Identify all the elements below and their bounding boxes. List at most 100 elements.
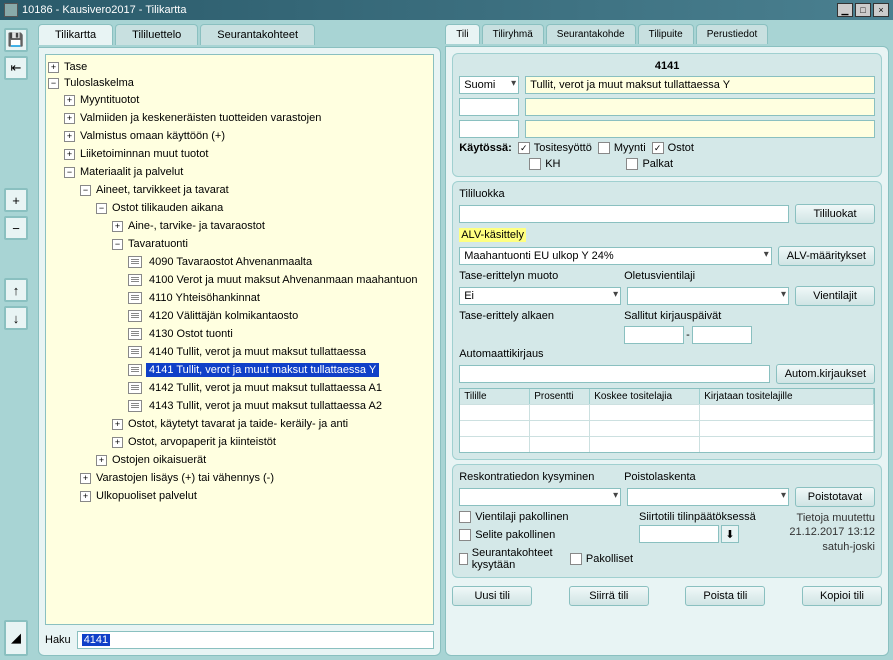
lang2-input[interactable]: [459, 98, 519, 116]
alv-select[interactable]: Maahantuonti EU ulkop Y 24%: [459, 247, 772, 265]
chk-kh[interactable]: KH: [529, 158, 560, 170]
tree-toggle[interactable]: −: [48, 78, 59, 89]
maximize-button[interactable]: □: [855, 3, 871, 17]
account-name3-input[interactable]: [525, 120, 875, 138]
tree-item[interactable]: Ostot tilikauden aikana: [109, 201, 226, 215]
account-tree[interactable]: +Tase −Tuloslaskelma +Myyntituotot +Valm…: [45, 54, 434, 625]
chk-palkat[interactable]: Palkat: [626, 158, 673, 170]
account-name-input[interactable]: Tullit, verot ja muut maksut tullattaess…: [525, 76, 875, 94]
rtab-seurantakohde[interactable]: Seurantakohde: [546, 24, 636, 44]
chk-myynti[interactable]: Myynti: [598, 142, 646, 154]
tree-toggle[interactable]: +: [112, 419, 123, 430]
tree-toggle[interactable]: +: [96, 455, 107, 466]
tase-muoto-select[interactable]: Ei: [459, 287, 621, 305]
tree-toggle[interactable]: +: [64, 113, 75, 124]
tree-item[interactable]: Valmiiden ja keskeneräisten tuotteiden v…: [77, 111, 324, 125]
chk-tositesyotto[interactable]: ✓Tositesyöttö: [518, 142, 592, 154]
siirra-tili-button[interactable]: Siirrä tili: [569, 586, 649, 606]
tree-item-selected[interactable]: 4141 Tullit, verot ja muut maksut tullat…: [146, 363, 379, 377]
chk-vientilaji-pakollinen[interactable]: Vientilaji pakollinen: [459, 511, 568, 523]
tab-seurantakohteet[interactable]: Seurantakohteet: [200, 24, 315, 45]
tree-item[interactable]: Tavaratuonti: [125, 237, 191, 251]
tree-item[interactable]: Tuloslaskelma: [61, 76, 137, 90]
tree-toggle[interactable]: +: [112, 221, 123, 232]
alv-maaritykset-button[interactable]: ALV-määritykset: [778, 246, 875, 266]
tase-alkaen-label: Tase-erittely alkaen: [459, 310, 554, 322]
tree-toggle[interactable]: −: [64, 167, 75, 178]
tree-item[interactable]: Valmistus omaan käyttöön (+): [77, 129, 228, 143]
tree-item[interactable]: 4143 Tullit, verot ja muut maksut tullat…: [146, 399, 385, 413]
tree-item[interactable]: Tase: [61, 60, 90, 74]
tree-toggle[interactable]: +: [64, 95, 75, 106]
language-select[interactable]: Suomi: [459, 76, 519, 94]
tree-item[interactable]: Myyntituotot: [77, 93, 142, 107]
tree-item[interactable]: 4090 Tavaraostot Ahvenanmaalta: [146, 255, 315, 269]
kopioi-tili-button[interactable]: Kopioi tili: [802, 586, 882, 606]
logo-icon: ◢: [4, 620, 28, 656]
tree-item[interactable]: Ostojen oikaisuerät: [109, 453, 209, 467]
tree-toggle[interactable]: +: [80, 473, 91, 484]
tab-tilikartta[interactable]: Tilikartta: [38, 24, 113, 45]
tree-item[interactable]: Varastojen lisäys (+) tai vähennys (-): [93, 471, 277, 485]
tree-item[interactable]: Materiaalit ja palvelut: [77, 165, 186, 179]
save-icon[interactable]: 💾: [4, 28, 28, 52]
tree-item[interactable]: Aineet, tarvikkeet ja tavarat: [93, 183, 232, 197]
tree-item[interactable]: Liiketoiminnan muut tuotot: [77, 147, 211, 161]
close-button[interactable]: ×: [873, 3, 889, 17]
tree-toggle[interactable]: −: [96, 203, 107, 214]
plus-icon[interactable]: +: [4, 188, 28, 212]
automaattikirjaus-label: Automaattikirjaus: [459, 348, 543, 360]
tree-item[interactable]: Ostot, arvopaperit ja kiinteistöt: [125, 435, 279, 449]
poistotavat-button[interactable]: Poistotavat: [795, 487, 875, 507]
rtab-perustiedot[interactable]: Perustiedot: [696, 24, 769, 44]
tree-item[interactable]: 4110 Yhteisöhankinnat: [146, 291, 263, 305]
poista-tili-button[interactable]: Poista tili: [685, 586, 765, 606]
reskontra-select[interactable]: [459, 488, 621, 506]
automaattikirjaus-input[interactable]: [459, 365, 770, 383]
chk-pakolliset[interactable]: Pakolliset: [570, 547, 633, 571]
tree-toggle[interactable]: +: [48, 62, 59, 73]
tree-item[interactable]: 4142 Tullit, verot ja muut maksut tullat…: [146, 381, 385, 395]
minus-icon[interactable]: −: [4, 216, 28, 240]
rtab-tilipuite[interactable]: Tilipuite: [638, 24, 694, 44]
rtab-tili[interactable]: Tili: [445, 24, 479, 44]
vientilajit-button[interactable]: Vientilajit: [795, 286, 875, 306]
chk-ostot[interactable]: ✓Ostot: [652, 142, 694, 154]
tililuokka-input[interactable]: [459, 205, 789, 223]
uusi-tili-button[interactable]: Uusi tili: [452, 586, 532, 606]
search-input[interactable]: 4141: [77, 631, 435, 649]
rtab-tiliryhma[interactable]: Tiliryhmä: [482, 24, 544, 44]
tree-toggle[interactable]: +: [64, 131, 75, 142]
down-arrow-icon[interactable]: ↓: [4, 306, 28, 330]
back-icon[interactable]: ⇤: [4, 56, 28, 80]
tree-toggle[interactable]: −: [80, 185, 91, 196]
siirtotili-input[interactable]: [639, 525, 719, 543]
chk-selite-pakollinen[interactable]: Selite pakollinen: [459, 529, 555, 541]
minimize-button[interactable]: ▁: [837, 3, 853, 17]
tree-item[interactable]: 4130 Ostot tuonti: [146, 327, 236, 341]
date-from-input[interactable]: [624, 326, 684, 344]
siirtotili-lookup-button[interactable]: ⬇: [721, 525, 739, 543]
up-arrow-icon[interactable]: ↑: [4, 278, 28, 302]
tree-toggle[interactable]: +: [80, 491, 91, 502]
tree-item[interactable]: Ulkopuoliset palvelut: [93, 489, 200, 503]
date-to-input[interactable]: [692, 326, 752, 344]
lang3-input[interactable]: [459, 120, 519, 138]
automkirjaukset-button[interactable]: Autom.kirjaukset: [776, 364, 875, 384]
tree-item[interactable]: 4100 Verot ja muut maksut Ahvenanmaan ma…: [146, 273, 420, 287]
grid-col-koskee: Koskee tositelajia: [590, 389, 700, 404]
tree-toggle[interactable]: +: [112, 437, 123, 448]
poistolaskenta-select[interactable]: [627, 488, 789, 506]
account-name2-input[interactable]: [525, 98, 875, 116]
tree-item[interactable]: 4120 Välittäjän kolmikantaosto: [146, 309, 301, 323]
tree-toggle[interactable]: −: [112, 239, 123, 250]
tree-item[interactable]: Ostot, käytetyt tavarat ja taide- keräil…: [125, 417, 351, 431]
oletusvientilaji-select[interactable]: [627, 287, 789, 305]
tree-item[interactable]: Aine-, tarvike- ja tavaraostot: [125, 219, 268, 233]
tililuokat-button[interactable]: Tililuokat: [795, 204, 875, 224]
auto-posting-grid[interactable]: Tilille Prosentti Koskee tositelajia Kir…: [459, 388, 875, 453]
tab-tililuettelo[interactable]: Tililuettelo: [115, 24, 198, 45]
tree-item[interactable]: 4140 Tullit, verot ja muut maksut tullat…: [146, 345, 369, 359]
tree-toggle[interactable]: +: [64, 149, 75, 160]
chk-seurantakohteet-kysytaan[interactable]: Seurantakohteet kysytään: [459, 547, 556, 571]
